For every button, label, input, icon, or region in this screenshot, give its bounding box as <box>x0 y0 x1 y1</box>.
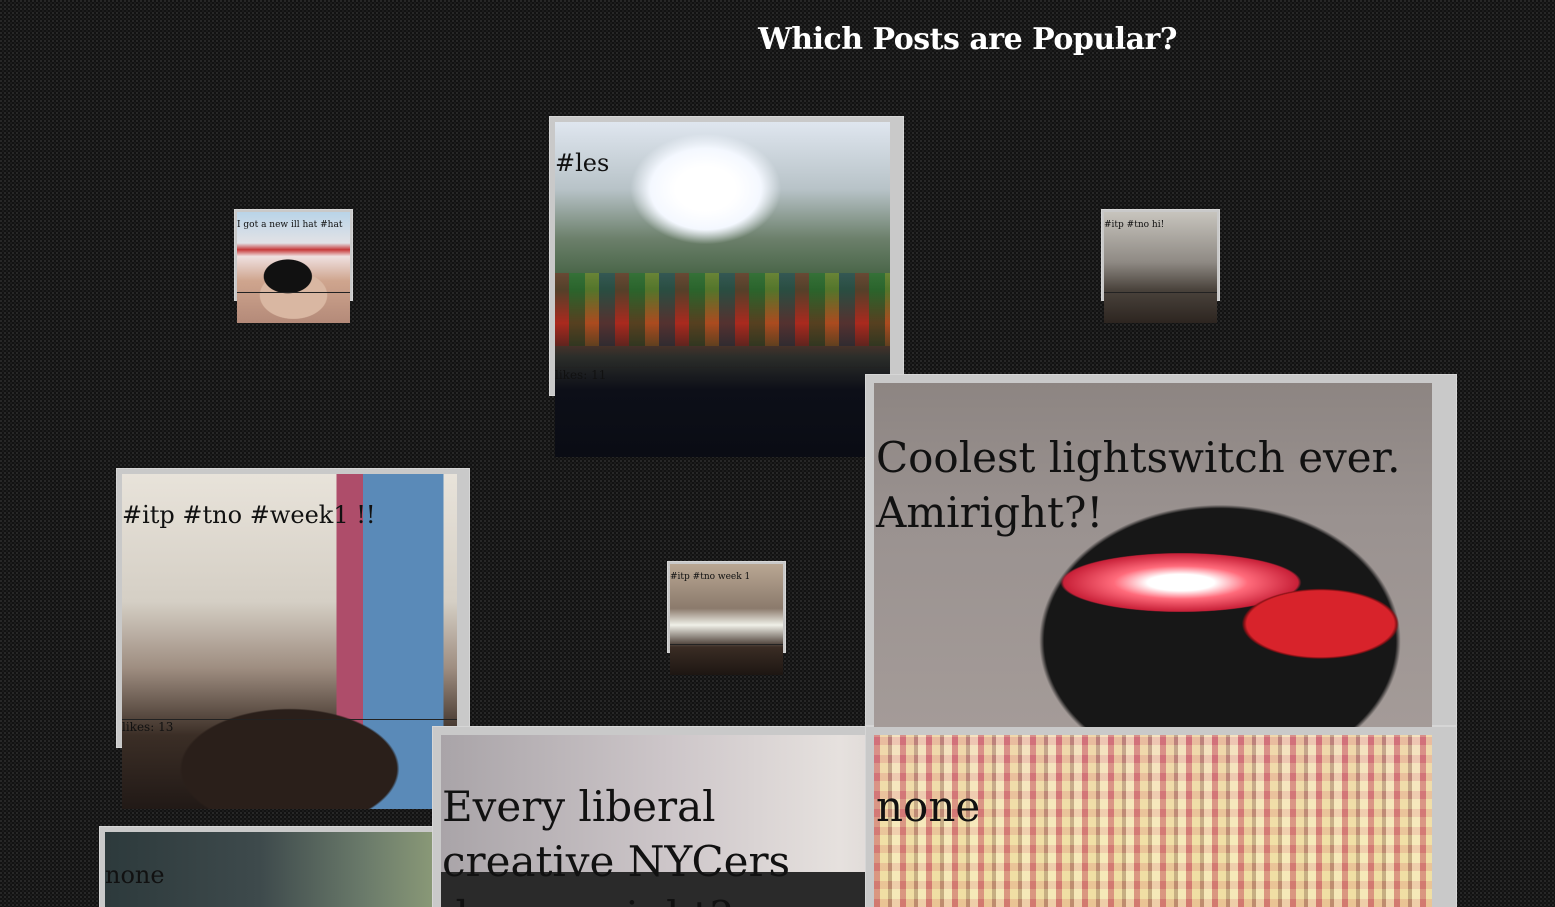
post-card-week1[interactable]: #itp #tno #week1 !! likes: 13 <box>116 468 470 809</box>
post-card-itp-hi[interactable]: #itp #tno hi! <box>1101 209 1220 323</box>
post-card-lightswitch[interactable]: Coolest lightswitch ever. Amiright?! <box>865 374 1457 727</box>
post-caption: #itp #tno hi! <box>1104 220 1165 230</box>
post-card-hat[interactable]: I got a new ill hat #hat <box>234 209 353 323</box>
post-caption: none <box>105 861 165 889</box>
post-card-les[interactable]: #les likes: 11 <box>549 116 904 457</box>
likes-divider <box>237 292 350 293</box>
post-card-week1-small[interactable]: #itp #tno week 1 <box>667 561 786 675</box>
post-caption: none <box>876 782 981 831</box>
post-caption: I got a new ill hat #hat <box>237 220 343 230</box>
likes-divider <box>1104 292 1217 293</box>
post-caption: #itp #tno #week1 !! <box>122 501 376 529</box>
post-card-grid[interactable]: none <box>865 726 1457 907</box>
post-card-bottom-left[interactable]: none <box>99 826 459 907</box>
likes-divider <box>670 644 783 645</box>
page-title: Which Posts are Popular? <box>758 22 1177 57</box>
likes-count: likes: 13 <box>122 720 174 734</box>
post-caption: Coolest lightswitch ever. Amiright?! <box>876 433 1401 537</box>
post-caption: #itp #tno week 1 <box>670 572 751 582</box>
post-caption: #les <box>555 149 610 177</box>
post-caption: Every liberal creative NYCers dream, rig… <box>442 782 791 907</box>
likes-count: likes: 11 <box>555 368 607 382</box>
